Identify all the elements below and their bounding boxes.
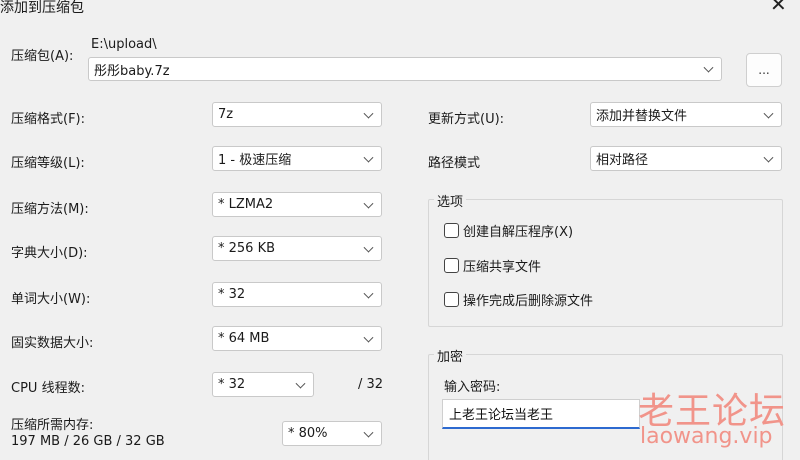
- encryption-title: 加密: [434, 346, 467, 365]
- archive-label: 压缩包(A):: [11, 49, 74, 64]
- threads-label: CPU 线程数:: [11, 381, 85, 396]
- format-select[interactable]: 7z: [212, 102, 382, 127]
- shared-checkbox[interactable]: 压缩共享文件: [444, 256, 541, 275]
- shared-label: 压缩共享文件: [463, 260, 542, 275]
- word-label: 单词大小(W):: [11, 292, 91, 307]
- browse-button[interactable]: ...: [746, 53, 782, 87]
- close-icon[interactable]: ✕: [770, 0, 787, 14]
- pathmode-value: 相对路径: [596, 153, 649, 168]
- checkbox-box[interactable]: [444, 292, 459, 307]
- pathmode-label: 路径模式: [428, 156, 481, 171]
- solid-value: * 64 MB: [218, 331, 270, 346]
- pathmode-select[interactable]: 相对路径: [590, 146, 782, 171]
- delete-source-label: 操作完成后删除源文件: [463, 294, 594, 309]
- solid-label: 固实数据大小:: [11, 336, 94, 351]
- options-title: 选项: [434, 191, 467, 210]
- word-select[interactable]: * 32: [212, 282, 382, 307]
- checkbox-box[interactable]: [444, 223, 459, 238]
- solid-select[interactable]: * 64 MB: [212, 326, 382, 351]
- update-select[interactable]: 添加并替换文件: [590, 102, 782, 127]
- memory-label: 压缩所需内存:: [11, 418, 94, 433]
- dict-label: 字典大小(D):: [11, 246, 88, 261]
- dict-value: * 256 KB: [218, 241, 276, 256]
- sfx-checkbox[interactable]: 创建自解压程序(X): [444, 221, 573, 240]
- window-title: 添加到压缩包: [0, 0, 84, 16]
- dict-select[interactable]: * 256 KB: [212, 236, 382, 261]
- checkbox-box[interactable]: [444, 258, 459, 273]
- method-label: 压缩方法(M):: [11, 202, 89, 217]
- method-select[interactable]: * LZMA2: [212, 192, 382, 217]
- level-select[interactable]: 1 - 极速压缩: [212, 146, 382, 171]
- archive-name-combo[interactable]: 彤彤baby.7z: [88, 57, 722, 81]
- update-label: 更新方式(U):: [428, 112, 505, 127]
- password-label: 输入密码:: [444, 380, 501, 395]
- memory-select[interactable]: * 80%: [282, 421, 382, 446]
- memory-info: 197 MB / 26 GB / 32 GB: [11, 434, 165, 449]
- sfx-label: 创建自解压程序(X): [463, 225, 574, 240]
- format-value: 7z: [218, 107, 234, 122]
- threads-max: / 32: [358, 377, 384, 392]
- level-label: 压缩等级(L):: [11, 156, 85, 171]
- archive-name-value: 彤彤baby.7z: [94, 63, 170, 79]
- threads-select[interactable]: * 32: [212, 372, 314, 397]
- update-value: 添加并替换文件: [596, 109, 688, 124]
- word-value: * 32: [218, 287, 246, 302]
- archive-path: E:\upload\: [91, 37, 157, 52]
- format-label: 压缩格式(F):: [11, 112, 86, 127]
- password-input[interactable]: [442, 399, 640, 429]
- method-value: * LZMA2: [218, 197, 274, 212]
- watermark-en: laowang.vip: [640, 424, 773, 449]
- delete-source-checkbox[interactable]: 操作完成后删除源文件: [444, 290, 593, 309]
- level-value: 1 - 极速压缩: [218, 153, 292, 168]
